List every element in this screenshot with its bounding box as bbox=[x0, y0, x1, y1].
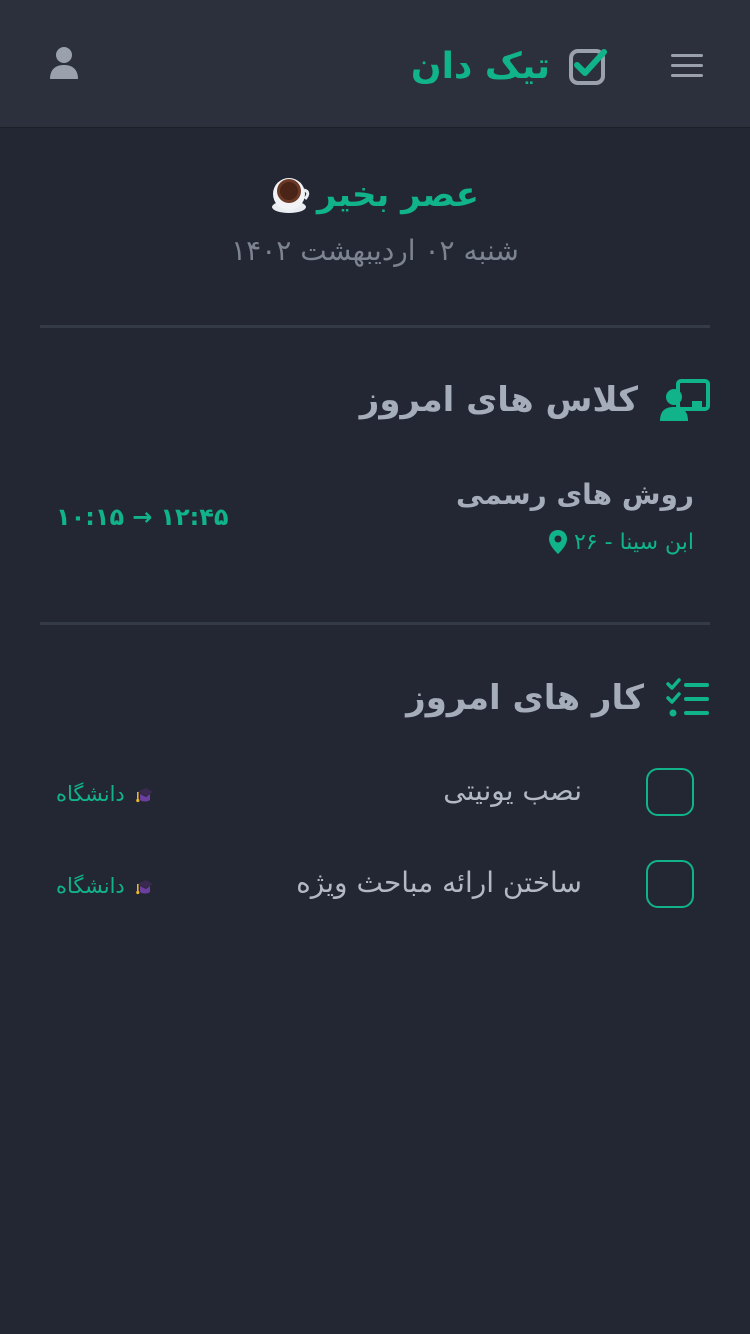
class-name: روش های رسمی bbox=[456, 478, 694, 511]
class-location-text: ابن سینا - ۲۶ bbox=[574, 529, 694, 555]
greeting: عصر بخیر bbox=[0, 168, 750, 222]
top-bar: تیک دان bbox=[0, 0, 750, 128]
task-tag-label: دانشگاه bbox=[56, 874, 125, 898]
task-item: نصب یونیتی دانشگاه bbox=[40, 768, 710, 818]
classes-section-title: کلاس های امروز bbox=[359, 380, 638, 420]
class-card[interactable]: روش های رسمی ابن سینا - ۲۶ ۱۰:۱۵ → ۱۲:۴۵ bbox=[40, 472, 710, 572]
greeting-text: عصر بخیر bbox=[317, 175, 480, 215]
app-name: تیک دان bbox=[410, 45, 550, 87]
task-title[interactable]: نصب یونیتی bbox=[443, 774, 582, 807]
task-item: ساختن ارائه مباحث ویژه دانشگاه bbox=[40, 860, 710, 910]
task-tag-label: دانشگاه bbox=[56, 782, 125, 806]
user-icon bbox=[50, 47, 78, 79]
classes-section-header: کلاس های امروز bbox=[210, 372, 710, 428]
app-brand[interactable]: تیک دان bbox=[400, 38, 610, 94]
user-profile-button[interactable] bbox=[48, 46, 80, 82]
graduation-cap-icon bbox=[135, 880, 153, 895]
time-arrow: → bbox=[132, 503, 153, 531]
task-tag[interactable]: دانشگاه bbox=[56, 780, 155, 808]
class-time: ۱۰:۱۵ → ۱۲:۴۵ bbox=[56, 500, 229, 534]
class-start-time: ۱۰:۱۵ bbox=[56, 503, 125, 531]
task-title[interactable]: ساختن ارائه مباحث ویژه bbox=[296, 866, 582, 899]
class-end-time: ۱۲:۴۵ bbox=[160, 503, 229, 531]
current-date: شنبه ۰۲ اردیبهشت ۱۴۰۲ bbox=[231, 234, 519, 267]
task-list-check-icon bbox=[666, 678, 709, 717]
hamburger-menu-icon bbox=[671, 54, 703, 77]
task-checkbox[interactable] bbox=[646, 860, 694, 908]
map-pin-icon bbox=[549, 530, 568, 554]
chalkboard-teacher-icon bbox=[660, 379, 710, 421]
menu-button[interactable] bbox=[670, 50, 704, 80]
task-tag[interactable]: دانشگاه bbox=[56, 872, 155, 900]
tasks-section-title: کار های امروز bbox=[406, 678, 644, 718]
check-square-icon bbox=[569, 49, 607, 85]
tasks-section-header: کار های امروز bbox=[210, 670, 710, 726]
graduation-cap-icon bbox=[135, 788, 153, 803]
divider bbox=[40, 622, 710, 625]
task-checkbox[interactable] bbox=[646, 768, 694, 816]
coffee-cup-icon bbox=[272, 178, 310, 213]
divider bbox=[40, 325, 710, 328]
class-location: ابن سینا - ۲۶ bbox=[548, 526, 694, 558]
